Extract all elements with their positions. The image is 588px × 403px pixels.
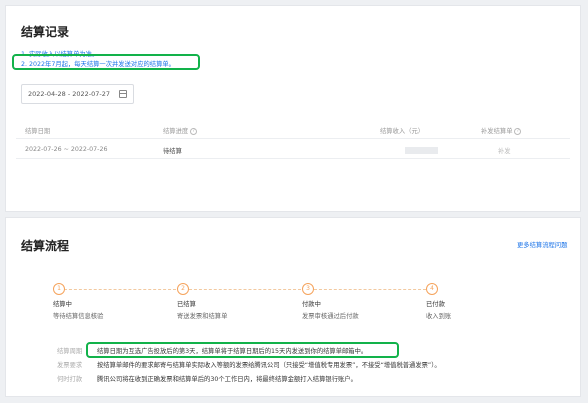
step-1-label: 结算中	[53, 301, 72, 308]
col-header-income: 结算收入（元）	[380, 128, 425, 135]
col-header-date: 结算日期	[25, 128, 51, 135]
step-connector	[64, 289, 176, 290]
note-highlight-box	[12, 54, 200, 70]
step-2-label: 已结算	[177, 301, 196, 308]
row-date: 2022-07-26 ~ 2022-07-26	[25, 146, 108, 153]
date-range-picker[interactable]: 2022-04-28 - 2022-07-27	[21, 84, 134, 104]
settlement-records-card: 结算记录 1. 实际收入以结算单为准。 2. 2022年7月起，每天结算一次并发…	[5, 5, 581, 212]
step-3-label: 付款中	[302, 301, 321, 308]
step-1-number: 1	[53, 283, 65, 295]
col-header-progress: 结算进度?	[163, 126, 198, 135]
col-header-reissue: 补发结算单?	[481, 126, 522, 135]
table-divider	[16, 138, 570, 139]
step-3-desc: 发票审核通过后付款	[302, 313, 359, 320]
date-range-value: 2022-04-28 - 2022-07-27	[28, 90, 111, 98]
step-1-desc: 等待结算信息核验	[53, 313, 104, 320]
step-connector	[189, 289, 301, 290]
calendar-icon	[119, 90, 127, 98]
step-4-number: 4	[426, 283, 438, 295]
settlement-records-title: 结算记录	[21, 25, 70, 39]
step-2-number: 2	[177, 283, 189, 295]
req-text-payment: 腾讯公司将在收到正确发票和结算单后的30个工作日内，将最终结算金额打入结算银行账…	[97, 376, 357, 383]
step-connector	[314, 289, 426, 290]
req-label-payment: 何时打款	[57, 376, 83, 383]
row-reissue-link[interactable]: 补发	[498, 146, 511, 155]
req-label-invoice: 发票要求	[57, 362, 83, 369]
step-3-number: 3	[302, 283, 314, 295]
req-text-cycle: 结算日期为互选广告投放后的第3天，结算单将于结算日期后的15天内发送到你的结算单…	[97, 348, 368, 355]
settlement-flow-card: 结算流程 更多结算流程问题 1 2 3 4 结算中 已结算 付款中 已付款 等待…	[5, 217, 581, 397]
step-4-label: 已付款	[426, 301, 445, 308]
row-income-masked	[405, 147, 438, 154]
more-questions-link[interactable]: 更多结算流程问题	[517, 240, 567, 249]
req-text-invoice: 按结算单邮件的要求邮寄与结算单实际收入等额的发票给腾讯公司（只接受“增值税专用发…	[97, 362, 441, 369]
info-icon[interactable]: ?	[514, 127, 522, 135]
req-label-cycle: 结算周期	[57, 348, 83, 355]
step-2-desc: 寄送发票和结算单	[177, 313, 228, 320]
row-progress: 待结算	[163, 148, 182, 155]
step-4-desc: 收入到账	[426, 313, 452, 320]
settlement-flow-title: 结算流程	[21, 239, 70, 253]
info-icon[interactable]: ?	[190, 127, 198, 135]
table-divider	[16, 158, 570, 159]
